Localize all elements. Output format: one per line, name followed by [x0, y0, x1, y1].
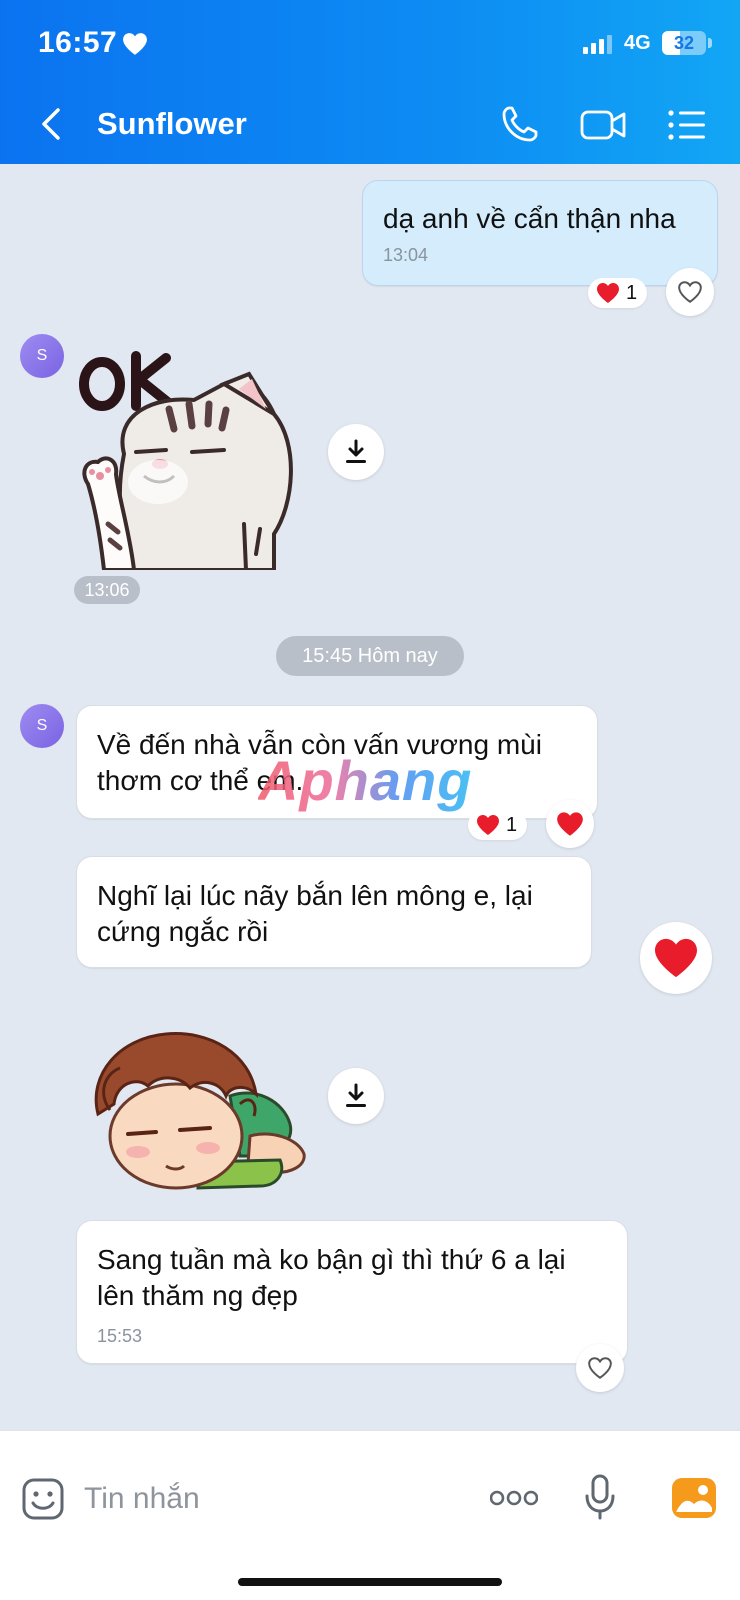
download-icon	[346, 439, 366, 463]
menu-list-icon[interactable]	[668, 108, 706, 142]
heart-outline-icon	[588, 1357, 612, 1379]
avatar[interactable]: S	[20, 334, 64, 378]
react-button[interactable]	[666, 268, 714, 316]
home-indicator	[238, 1578, 502, 1586]
battery-level: 32	[673, 33, 695, 53]
message-time: 13:04	[383, 245, 429, 265]
reaction-count: 1	[506, 813, 518, 836]
chat-header: 16:57 4G 32 Sunflower	[0, 0, 740, 164]
microphone-icon[interactable]	[584, 1474, 616, 1520]
reaction-count: 1	[626, 281, 638, 304]
network-type: 4G	[624, 32, 651, 54]
message-bubble-received[interactable]: Sang tuần mà ko bận gì thì thứ 6 a lại l…	[76, 1220, 628, 1364]
heart-filled-icon	[557, 812, 583, 836]
more-options-icon[interactable]	[490, 1488, 538, 1508]
message-bubble-received[interactable]: Nghĩ lại lúc nãy bắn lên mông e, lại cứn…	[76, 856, 592, 968]
chat-title[interactable]: Sunflower	[97, 106, 247, 142]
heart-filled-icon	[655, 938, 697, 978]
watermark-text: Aphang	[258, 749, 473, 812]
sticker-time: 13:06	[74, 576, 140, 604]
avatar[interactable]: S	[20, 704, 64, 748]
status-time: 16:57	[38, 26, 118, 59]
battery-icon: 32	[662, 31, 706, 55]
message-text: Sang tuần mà ko bận gì thì thứ 6 a lại l…	[97, 1244, 566, 1311]
heart-reaction-icon	[477, 815, 499, 835]
video-call-icon[interactable]	[580, 108, 626, 142]
message-bubble-sent[interactable]: dạ anh về cẩn thận nha 13:04	[362, 180, 718, 286]
message-text: dạ anh về cẩn thận nha	[383, 203, 676, 234]
message-text: Nghĩ lại lúc nãy bắn lên mông e, lại cứn…	[97, 880, 533, 947]
ok-cat-sticker[interactable]	[74, 334, 314, 570]
download-button[interactable]	[328, 1068, 384, 1124]
gallery-image-icon[interactable]	[672, 1478, 716, 1518]
react-button[interactable]	[576, 1344, 624, 1392]
back-arrow-icon[interactable]	[36, 104, 68, 144]
heart-reaction-icon	[597, 283, 619, 303]
heart-outline-icon	[678, 281, 702, 303]
message-input[interactable]	[84, 1476, 464, 1522]
react-button[interactable]	[546, 800, 594, 848]
phone-call-icon[interactable]	[500, 104, 540, 144]
message-time: 15:53	[97, 1326, 143, 1346]
day-separator: 15:45 Hôm nay	[276, 636, 464, 676]
download-icon	[346, 1083, 366, 1107]
reaction-count-badge[interactable]: 1	[588, 278, 648, 308]
sticker-emoji-icon[interactable]	[22, 1478, 64, 1520]
download-button[interactable]	[328, 424, 384, 480]
reaction-count-badge[interactable]: 1	[468, 810, 528, 840]
battery-cap	[708, 38, 712, 48]
signal-icon	[583, 35, 612, 54]
react-button-large[interactable]	[640, 922, 712, 994]
sleepy-boy-sticker[interactable]	[80, 1024, 312, 1196]
heart-status-icon	[123, 33, 147, 55]
